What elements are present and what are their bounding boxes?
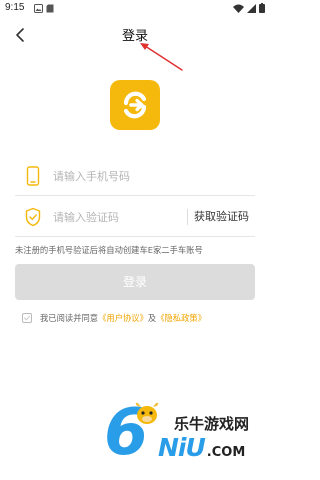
status-bar: 9:15 (0, 0, 270, 18)
register-note: 未注册的手机号验证后将自动创建车E家二手车账号 (15, 245, 203, 255)
get-code-button[interactable]: 获取验证码 (194, 208, 249, 224)
verification-code-input[interactable] (53, 207, 203, 227)
app-logo-icon (123, 91, 147, 119)
sd-card-notification-icon (46, 4, 54, 13)
phone-field-row (15, 156, 255, 196)
watermark-domain-suffix: .COM (206, 445, 246, 460)
phone-input[interactable] (53, 166, 203, 186)
privacy-policy-link[interactable]: 《隐私政策》 (156, 312, 206, 324)
watermark-domain: NiU .COM (158, 433, 245, 462)
battery-icon (259, 3, 265, 13)
gallery-notification-icon (34, 4, 43, 13)
checkbox-icon (24, 315, 30, 321)
app-logo (110, 80, 160, 130)
code-field-row: 获取验证码 (15, 197, 255, 237)
signal-icon (247, 3, 256, 13)
cow-mascot-icon (135, 402, 159, 424)
watermark-domain-main: NiU (158, 433, 206, 462)
status-time: 9:15 (5, 2, 25, 13)
agreement-checkbox[interactable] (22, 313, 32, 323)
login-button[interactable]: 登录 (15, 264, 255, 300)
user-agreement-link[interactable]: 《用户协议》 (98, 312, 148, 324)
agreement-conjunction: 及 (147, 313, 157, 323)
wifi-icon (233, 4, 244, 13)
watermark-name: 乐牛游戏网 (174, 415, 250, 433)
field-divider (187, 209, 188, 225)
system-status-icons (233, 3, 265, 13)
agreement-prefix: 我已阅读并同意 (40, 313, 99, 323)
site-watermark: 6 乐牛游戏网 NiU .COM (100, 395, 270, 475)
notification-icons (34, 4, 54, 13)
agreement-row: 我已阅读并同意 《用户协议》 及 《隐私政策》 (22, 311, 206, 325)
annotation-arrow-icon (140, 43, 183, 71)
shield-check-icon (25, 207, 41, 227)
phone-icon (26, 166, 40, 186)
